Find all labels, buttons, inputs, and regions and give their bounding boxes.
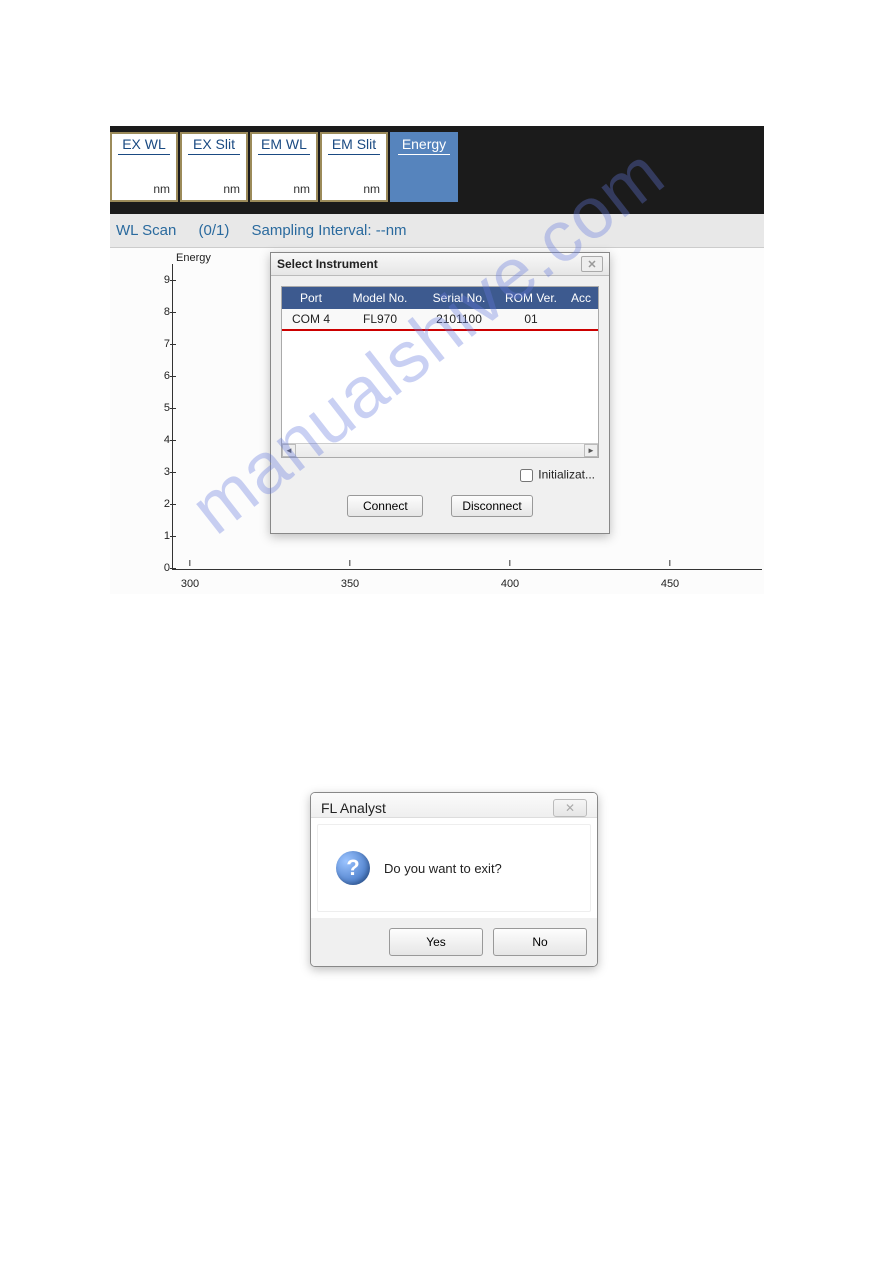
- mode-label: WL Scan: [116, 222, 176, 239]
- cell-port: COM 4: [282, 309, 340, 329]
- connect-button[interactable]: Connect: [347, 495, 423, 517]
- no-button[interactable]: No: [493, 928, 587, 956]
- horizontal-scrollbar[interactable]: ◄ ►: [282, 443, 598, 457]
- cell-model: FL970: [340, 309, 420, 329]
- dialog-title: Select Instrument: [277, 257, 378, 271]
- progress-label: (0/1): [198, 222, 229, 239]
- exit-button-row: Yes No: [311, 918, 597, 966]
- exit-message: Do you want to exit?: [384, 861, 502, 876]
- y-tick: 6: [144, 370, 170, 382]
- instrument-table: Port Model No. Serial No. ROM Ver. Acc C…: [281, 286, 599, 458]
- x-tick: 300: [181, 578, 199, 590]
- parameter-tile-bar: EX WL nm EX Slit nm EM WL nm EM Slit nm …: [110, 126, 764, 214]
- tile-label: EM WL: [258, 136, 310, 155]
- y-tick: 5: [144, 402, 170, 414]
- col-model: Model No.: [340, 287, 420, 309]
- scroll-right-icon[interactable]: ►: [584, 444, 598, 457]
- sampling-label: Sampling Interval: --nm: [252, 222, 407, 239]
- tile-label: Energy: [398, 136, 450, 155]
- x-tick: 450: [661, 578, 679, 590]
- tile-ex-wl[interactable]: EX WL nm: [110, 132, 178, 202]
- tile-unit: nm: [293, 182, 310, 196]
- col-serial: Serial No.: [420, 287, 498, 309]
- y-axis-label: Energy: [176, 252, 211, 264]
- exit-titlebar[interactable]: FL Analyst ✕: [311, 793, 597, 818]
- question-icon: ?: [336, 851, 370, 885]
- status-bar: WL Scan (0/1) Sampling Interval: --nm: [110, 214, 764, 248]
- y-tick: 2: [144, 498, 170, 510]
- tile-unit: nm: [153, 182, 170, 196]
- dialog-button-row: Connect Disconnect: [281, 495, 599, 523]
- y-tick: 7: [144, 338, 170, 350]
- tile-em-wl[interactable]: EM WL nm: [250, 132, 318, 202]
- tile-energy[interactable]: Energy: [390, 132, 458, 202]
- tile-label: EM Slit: [328, 136, 380, 155]
- close-icon[interactable]: ✕: [581, 256, 603, 272]
- table-empty-area: [282, 331, 598, 443]
- x-axis: [172, 569, 762, 570]
- select-instrument-dialog: Select Instrument ✕ Port Model No. Seria…: [270, 252, 610, 534]
- plot-area: Energy 0 1 2 3 4 5 6 7 8 9 300 350 400 4…: [110, 248, 764, 594]
- initialize-option[interactable]: Initializat...: [281, 466, 595, 485]
- y-tick: 4: [144, 434, 170, 446]
- app-window: EX WL nm EX Slit nm EM WL nm EM Slit nm …: [110, 126, 764, 596]
- table-header-row: Port Model No. Serial No. ROM Ver. Acc: [282, 287, 598, 309]
- table-row[interactable]: COM 4 FL970 2101100 01: [282, 309, 598, 331]
- tile-label: EX WL: [118, 136, 170, 155]
- dialog-body: Port Model No. Serial No. ROM Ver. Acc C…: [271, 276, 609, 533]
- y-axis: [172, 264, 173, 570]
- tile-em-slit[interactable]: EM Slit nm: [320, 132, 388, 202]
- y-tick: 0: [144, 562, 170, 574]
- tile-ex-slit[interactable]: EX Slit nm: [180, 132, 248, 202]
- y-tick: 3: [144, 466, 170, 478]
- tile-unit: nm: [363, 182, 380, 196]
- y-tick: 1: [144, 530, 170, 542]
- cell-rom: 01: [498, 309, 564, 329]
- scroll-left-icon[interactable]: ◄: [282, 444, 296, 457]
- exit-body: ? Do you want to exit?: [317, 824, 591, 912]
- dialog-titlebar[interactable]: Select Instrument ✕: [271, 253, 609, 276]
- yes-button[interactable]: Yes: [389, 928, 483, 956]
- y-tick: 8: [144, 306, 170, 318]
- x-tick: 400: [501, 578, 519, 590]
- tile-label: EX Slit: [188, 136, 240, 155]
- cell-serial: 2101100: [420, 309, 498, 329]
- tile-unit: nm: [223, 182, 240, 196]
- cell-acc: [564, 309, 598, 329]
- col-port: Port: [282, 287, 340, 309]
- col-rom: ROM Ver.: [498, 287, 564, 309]
- x-tick: 350: [341, 578, 359, 590]
- y-tick: 9: [144, 274, 170, 286]
- initialize-label: Initializat...: [538, 468, 595, 482]
- exit-title: FL Analyst: [321, 800, 386, 816]
- close-icon[interactable]: ✕: [553, 799, 587, 817]
- disconnect-button[interactable]: Disconnect: [451, 495, 532, 517]
- col-acc: Acc: [564, 287, 598, 309]
- exit-dialog: FL Analyst ✕ ? Do you want to exit? Yes …: [310, 792, 598, 967]
- initialize-checkbox[interactable]: [520, 469, 533, 482]
